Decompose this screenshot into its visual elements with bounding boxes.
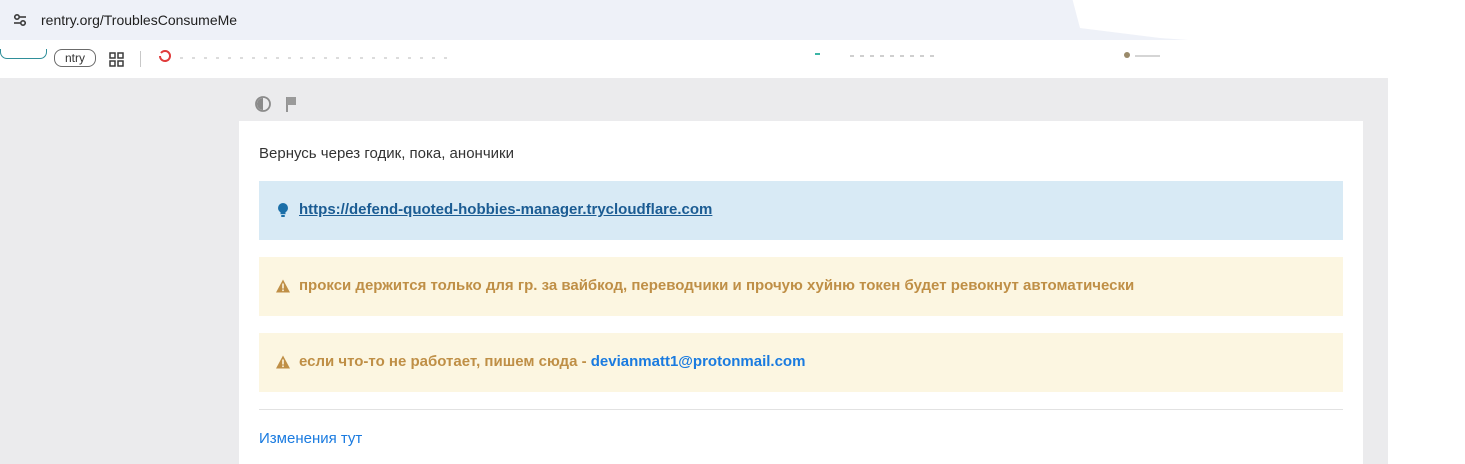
flag-icon[interactable] — [284, 95, 300, 118]
redaction-overlay — [1072, 0, 1388, 55]
contact-text: если что-то не работает, пишем сюда - de… — [299, 353, 805, 370]
warning-icon — [275, 354, 291, 370]
bookmark-chip[interactable] — [0, 49, 47, 59]
warning-icon — [275, 278, 291, 294]
intro-text: Вернусь через годик, пока, анончики — [259, 145, 514, 162]
browser-window: rentry.org/TroublesConsumeMe ntry Вернус… — [0, 0, 1388, 464]
theme-toggle-icon[interactable] — [254, 95, 272, 118]
divider — [259, 409, 1343, 410]
lightbulb-icon — [275, 202, 291, 218]
tunnel-link[interactable]: https://defend-quoted-hobbies-manager.tr… — [299, 201, 712, 218]
info-callout: https://defend-quoted-hobbies-manager.tr… — [259, 181, 1343, 240]
warning-callout: прокси держится только для гр. за вайбко… — [259, 257, 1343, 316]
warning-text: прокси держится только для гр. за вайбко… — [299, 277, 1135, 294]
changes-link[interactable]: Изменения тут — [259, 430, 362, 447]
contact-callout: если что-то не работает, пишем сюда - de… — [259, 333, 1343, 392]
url-text[interactable]: rentry.org/TroublesConsumeMe — [41, 12, 237, 28]
bookmark-label: ntry — [64, 51, 85, 65]
site-settings-icon[interactable] — [10, 10, 30, 30]
page-toolbar — [254, 95, 314, 115]
contact-prefix: если что-то не работает, пишем сюда - — [299, 353, 591, 370]
content-card: Вернусь через годик, пока, анончики http… — [239, 121, 1363, 464]
bookmarks-divider — [140, 51, 141, 67]
bookmark-chip-entry[interactable]: ntry — [54, 49, 96, 67]
apps-grid-icon[interactable] — [109, 52, 124, 72]
email-link[interactable]: devianmatt1@protonmail.com — [591, 353, 806, 370]
